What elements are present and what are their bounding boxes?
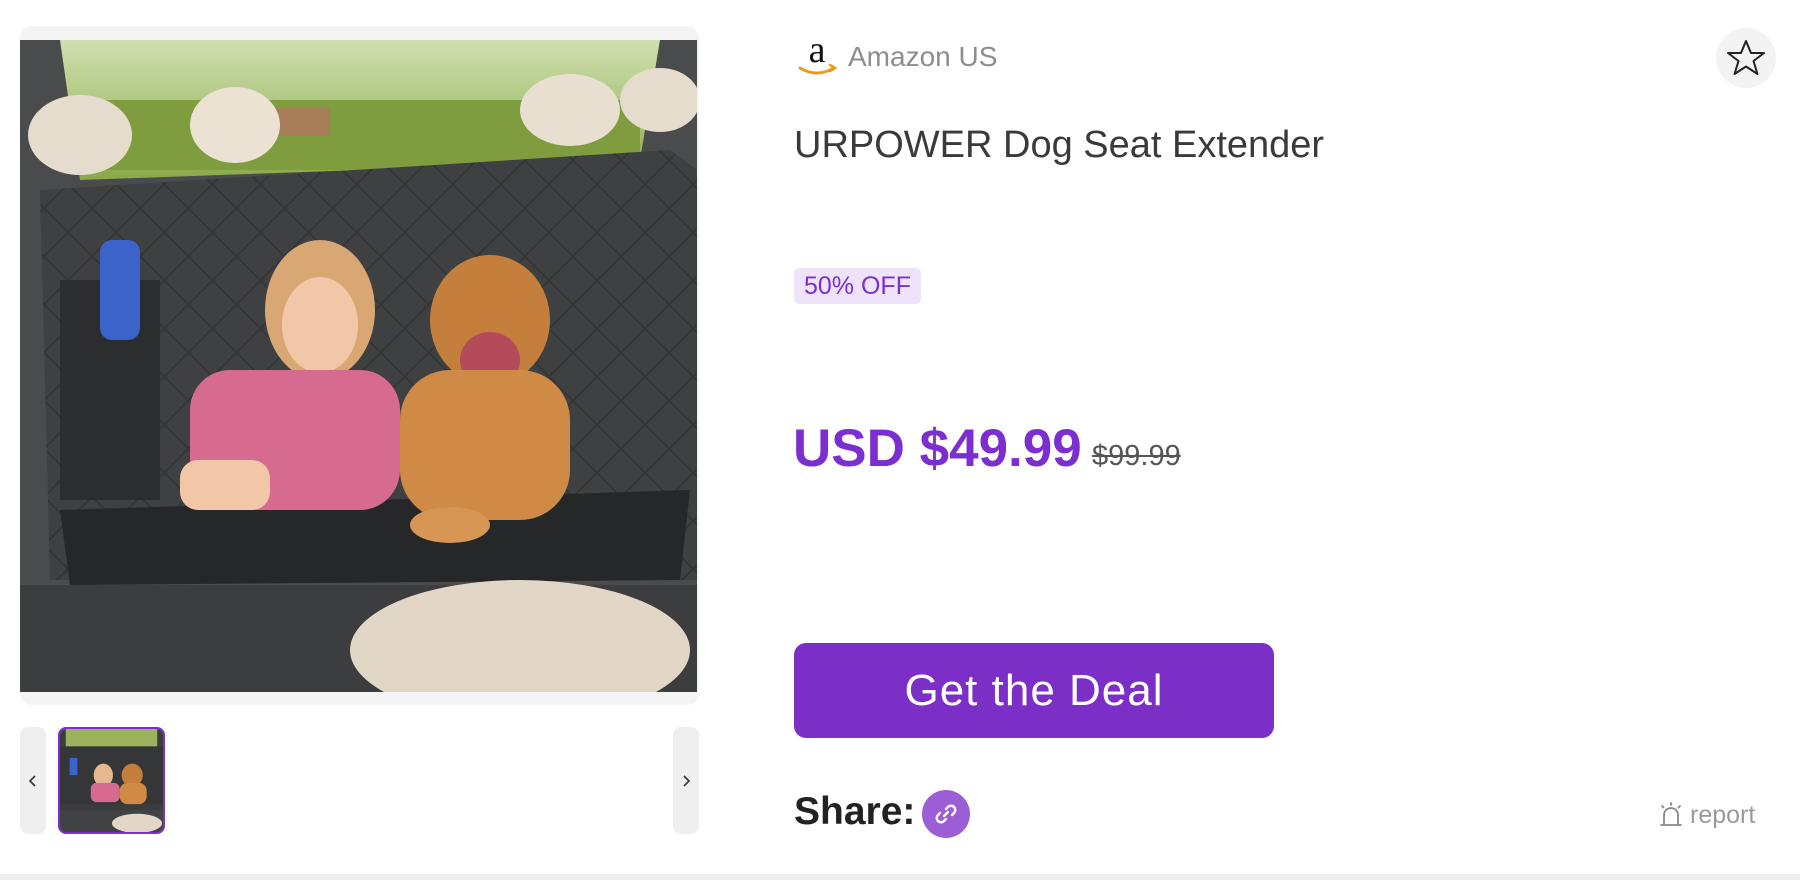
- original-price: $99.99: [1092, 440, 1181, 472]
- section-divider: [0, 874, 1800, 880]
- report-button[interactable]: report: [1658, 799, 1755, 831]
- link-icon: [935, 804, 957, 824]
- chevron-left-icon: [28, 774, 36, 787]
- merchant-name: Amazon US: [848, 41, 998, 72]
- star-icon: [1727, 40, 1765, 75]
- report-label: report: [1690, 800, 1756, 829]
- thumbnail-photo: [60, 729, 163, 832]
- svg-text:a: a: [809, 34, 826, 71]
- alarm-icon: [1660, 802, 1682, 826]
- gallery-prev-button[interactable]: [20, 727, 46, 834]
- get-deal-button[interactable]: Get the Deal: [794, 643, 1274, 738]
- main-image-frame: [20, 26, 699, 705]
- product-title: URPOWER Dog Seat Extender: [794, 124, 1325, 166]
- merchant-info[interactable]: a Amazon US: [794, 34, 997, 80]
- product-photo: [20, 40, 697, 692]
- chevron-right-icon: [683, 774, 691, 787]
- gallery-next-button[interactable]: [673, 727, 699, 834]
- share-link-button[interactable]: [922, 790, 970, 838]
- discount-badge: 50% OFF: [794, 268, 921, 304]
- amazon-logo-icon: a: [794, 34, 840, 80]
- main-product-image[interactable]: [20, 40, 697, 692]
- gallery-thumbnail[interactable]: [58, 727, 165, 834]
- share-label: Share:: [794, 790, 916, 833]
- deal-price: USD $49.99: [793, 419, 1082, 478]
- favorite-button[interactable]: [1716, 28, 1776, 88]
